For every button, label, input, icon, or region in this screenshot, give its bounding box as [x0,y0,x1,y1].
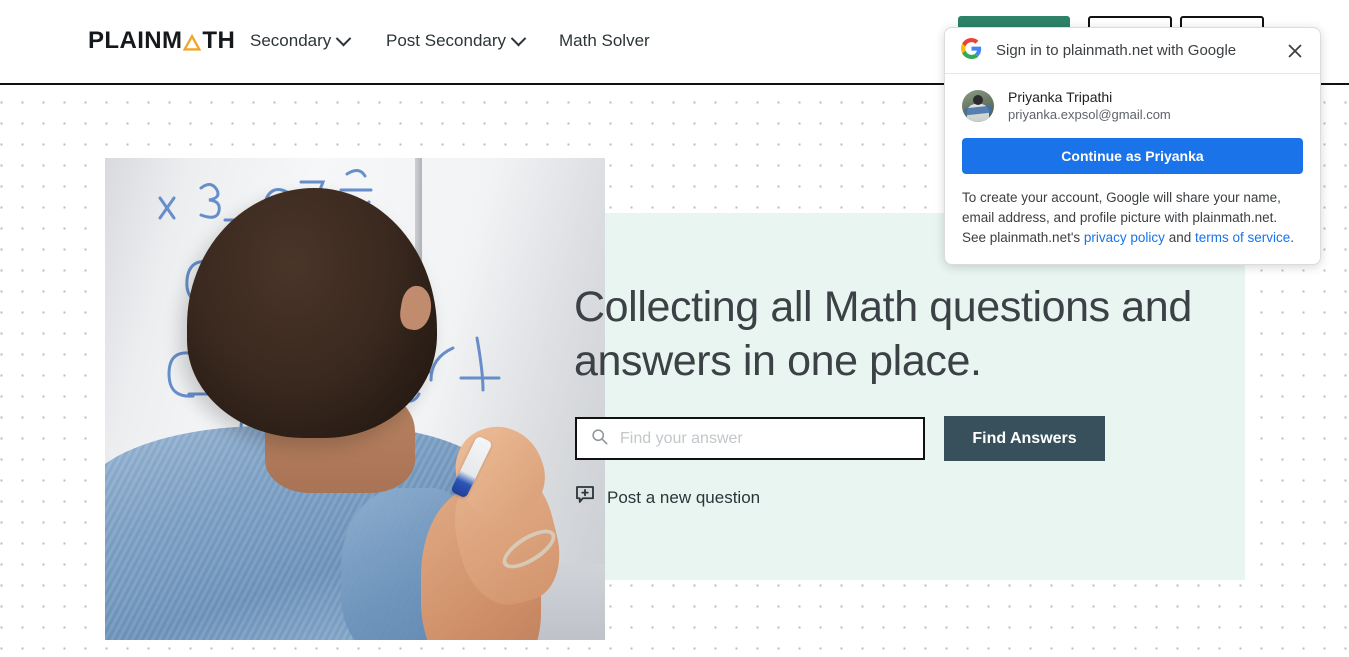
avatar-figure-head [973,95,983,105]
close-icon[interactable] [1284,40,1306,62]
google-popup-title: Sign in to plainmath.net with Google [996,42,1237,59]
post-new-question-link[interactable]: Post a new question [575,485,760,510]
google-signin-popup: Sign in to plainmath.net with Google Pri… [944,27,1321,265]
nav-item-post-secondary[interactable]: Post Secondary [386,30,527,51]
nav-item-secondary[interactable]: Secondary [250,30,352,51]
page-root: Collecting all Math questions and answer… [0,0,1349,657]
account-name: Priyanka Tripathi [1008,89,1113,105]
logo-prefix: PLAINM [88,27,183,54]
logo[interactable]: PLAINM TH [88,29,235,53]
continue-as-user-button[interactable]: Continue as Priyanka [962,138,1303,174]
account-email: priyanka.expsol@gmail.com [1008,107,1171,122]
disclaimer-part-2: and [1164,230,1195,245]
hero-photo [105,158,605,640]
search-box[interactable] [575,417,925,460]
nav-item-math-solver-label: Math Solver [559,31,650,50]
nav-item-math-solver[interactable]: Math Solver [559,31,650,51]
terms-of-service-link[interactable]: terms of service [1195,230,1290,245]
avatar [962,90,994,122]
google-g-icon [961,37,982,64]
disclaimer-part-3: . [1290,230,1295,245]
search-icon [591,428,608,450]
account-text: Priyanka Tripathi priyanka.expsol@gmail.… [1008,88,1171,124]
nav-item-secondary-label: Secondary [250,31,332,50]
google-popup-body: Priyanka Tripathi priyanka.expsol@gmail.… [945,74,1320,264]
hero-panel [548,213,1245,580]
google-popup-header: Sign in to plainmath.net with Google [945,28,1320,74]
comment-plus-icon [575,485,595,510]
find-answers-button[interactable]: Find Answers [944,416,1105,461]
chevron-down-icon [510,30,527,46]
account-row[interactable]: Priyanka Tripathi priyanka.expsol@gmail.… [962,88,1303,124]
chevron-down-icon [336,30,352,46]
logo-suffix: TH [202,27,236,54]
consent-disclaimer: To create your account, Google will shar… [962,188,1303,248]
nav-item-post-secondary-label: Post Secondary [386,31,507,50]
page-title: Collecting all Math questions and answer… [574,283,1192,385]
privacy-policy-link[interactable]: privacy policy [1084,230,1165,245]
search-input[interactable] [620,429,909,448]
post-new-question-label: Post a new question [607,487,761,507]
logo-triangle-icon [183,33,202,51]
search-row: Find Answers [575,416,1105,461]
